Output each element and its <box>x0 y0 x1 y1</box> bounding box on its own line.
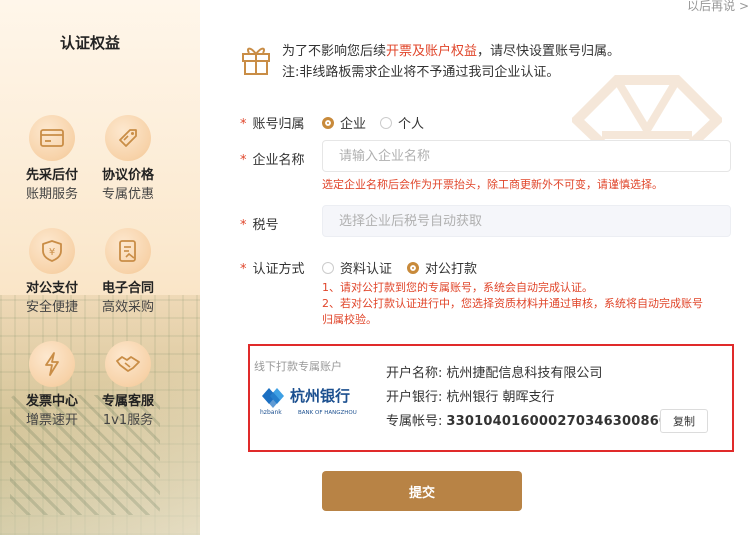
svg-text:¥: ¥ <box>49 247 55 258</box>
radio-personal[interactable]: 个人 <box>380 113 424 132</box>
lightning-icon <box>29 341 75 387</box>
auth-note-3: 归属校验。 <box>322 313 377 326</box>
svg-text:杭州银行: 杭州银行 <box>290 387 350 405</box>
copy-account-button[interactable]: 复制 <box>660 409 708 433</box>
company-name-warning: 选定企业名称后会作为开票抬头，除工商更新外不可变，请谨慎选择。 <box>322 178 663 191</box>
tax-number-label: * 税号 <box>240 218 279 233</box>
radio-unchecked-icon <box>380 116 392 129</box>
bank-account-number-row: 专属帐号: 3301040160002703463008602 <box>386 414 678 429</box>
benefit-item: 发票中心 增票速开 <box>12 341 92 431</box>
benefit-item: 先采后付 账期服务 <box>12 115 92 205</box>
required-mark: * <box>240 262 247 277</box>
radio-checked-icon <box>407 261 419 274</box>
auth-method-label: * 认证方式 <box>240 262 305 277</box>
required-mark: * <box>240 153 247 168</box>
bank-name-row: 开户银行: 杭州银行 朝晖支行 <box>386 390 555 405</box>
tax-number-input <box>322 205 731 237</box>
account-number: 3301040160002703463008602 <box>446 414 678 429</box>
tag-icon <box>105 115 151 161</box>
svg-text:BANK OF HANGZHOU: BANK OF HANGZHOU <box>298 410 357 416</box>
svg-text:hzbank: hzbank <box>260 409 282 416</box>
benefit-item: 专属客服 1v1服务 <box>88 341 168 431</box>
account-type-label: * 账号归属 <box>240 117 305 132</box>
handshake-icon <box>105 341 151 387</box>
auth-note-2: 2、若对公打款认证进行中，您选择资质材料并通过审核，系统将自动完成账号 <box>322 297 703 310</box>
notice-line-1: 为了不影响您后续开票及账户权益，请尽快设置账号归属。 <box>282 44 621 59</box>
bank-account-box: 线下打款专属账户 杭州银行 hzbank BANK OF HANGZHOU 开户… <box>248 344 734 452</box>
sidebar-title: 认证权益 <box>59 34 120 52</box>
notice-line-2: 注:非线路板需求企业将不予通过我司企业认证。 <box>282 65 560 80</box>
shield-yuan-icon: ¥ <box>29 228 75 274</box>
contract-icon <box>105 228 151 274</box>
benefit-item: 电子合同 高效采购 <box>88 228 168 318</box>
required-mark: * <box>240 218 247 233</box>
hangzhou-bank-logo: 杭州银行 hzbank BANK OF HANGZHOU <box>260 384 372 420</box>
benefit-item: 协议价格 专属优惠 <box>88 115 168 205</box>
radio-unchecked-icon <box>322 261 334 274</box>
radio-company[interactable]: 企业 <box>322 113 366 132</box>
gift-icon <box>240 42 272 80</box>
bank-account-name-row: 开户名称: 杭州捷配信息科技有限公司 <box>386 366 603 381</box>
radio-document-auth[interactable]: 资料认证 <box>322 258 392 277</box>
skip-later-link[interactable]: 以后再说 > <box>687 0 749 14</box>
benefits-sidebar: 认证权益 先采后付 账期服务 协议价格 专属优惠 ¥ 对公支付 安全便捷 电子合… <box>0 0 200 535</box>
company-name-input[interactable] <box>322 140 731 172</box>
card-icon <box>29 115 75 161</box>
submit-button[interactable]: 提交 <box>322 471 522 511</box>
bank-account-tag: 线下打款专属账户 <box>254 360 342 373</box>
company-name-label: * 企业名称 <box>240 153 305 168</box>
auth-note-1: 1、请对公打款到您的专属账号，系统会自动完成认证。 <box>322 281 593 294</box>
benefit-item: ¥ 对公支付 安全便捷 <box>12 228 92 318</box>
required-mark: * <box>240 117 247 132</box>
radio-bank-transfer[interactable]: 对公打款 <box>407 258 477 277</box>
radio-checked-icon <box>322 116 334 129</box>
